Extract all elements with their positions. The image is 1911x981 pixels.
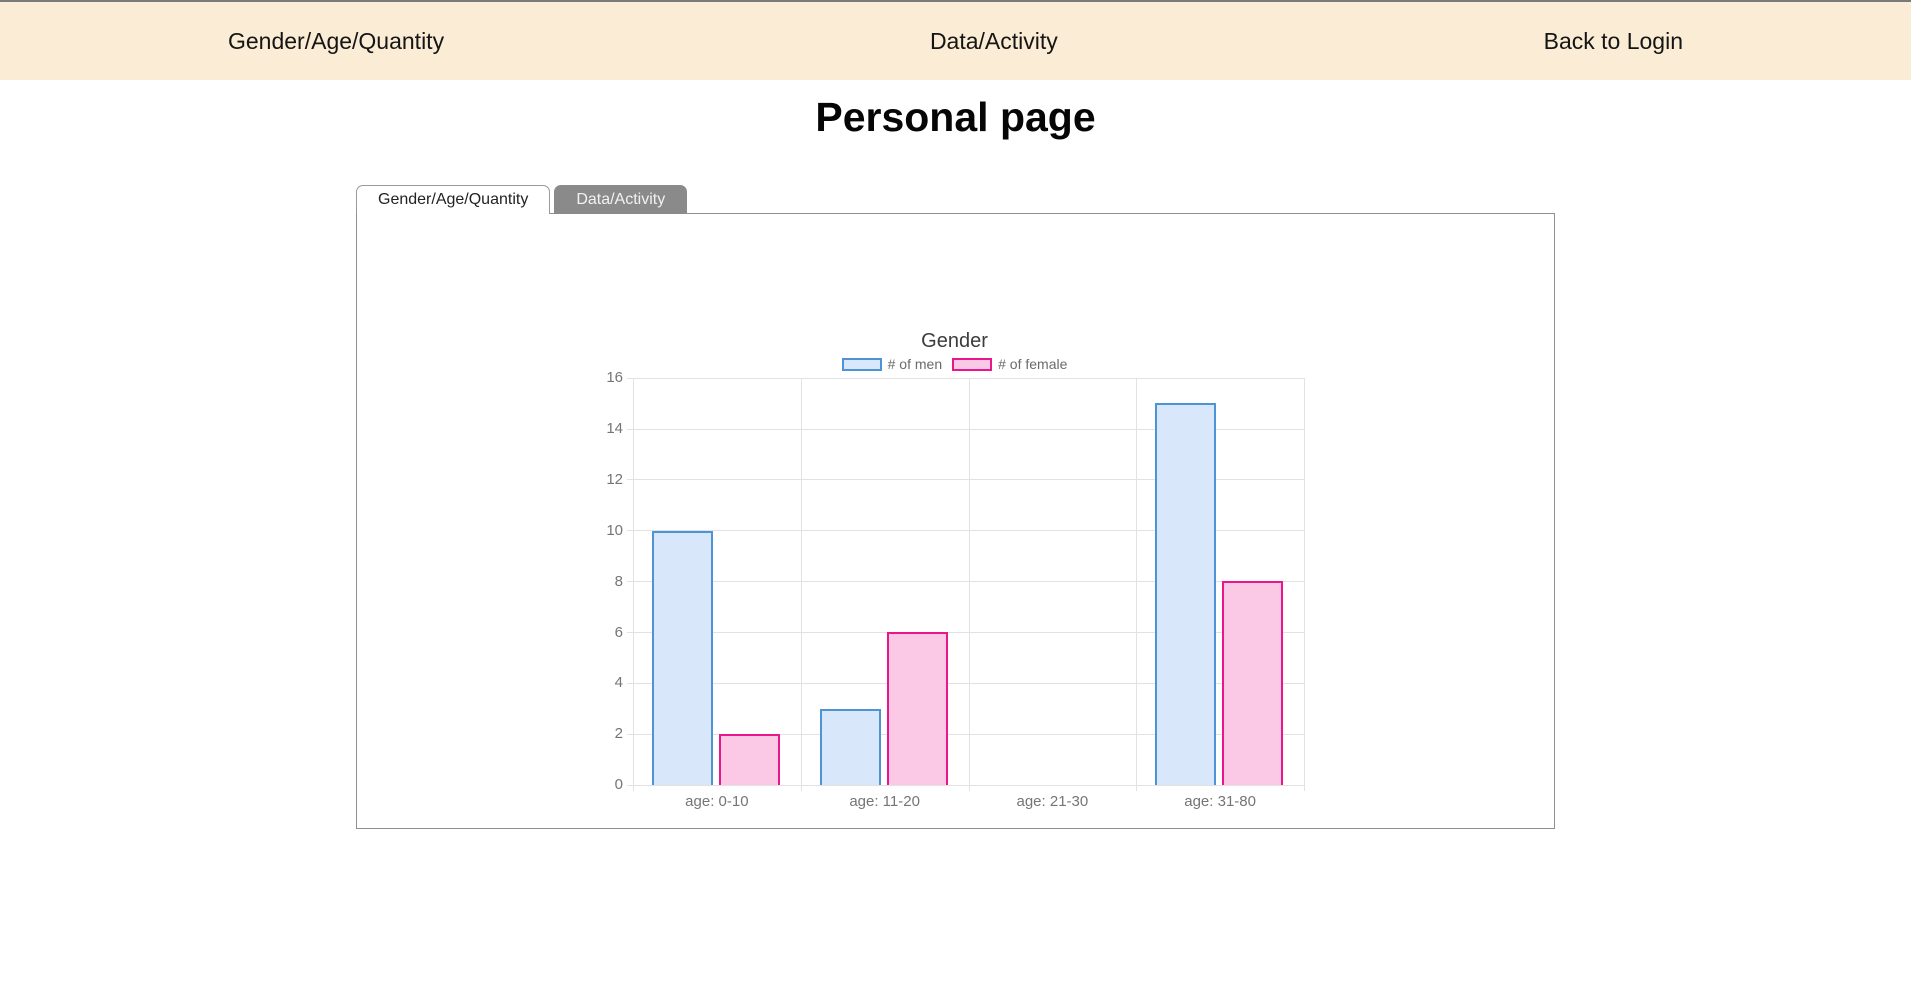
chart-panel: Gender # of men# of female 0246810121416… — [356, 213, 1555, 829]
gridline-vertical — [801, 378, 802, 791]
gridline-vertical — [969, 378, 970, 791]
bar-female-31-80 — [1222, 581, 1283, 785]
chart-title: Gender — [597, 330, 1312, 353]
bar-men-31-80 — [1155, 403, 1216, 785]
x-category-label: age: 11-20 — [801, 793, 969, 810]
legend-item-men[interactable]: # of men — [842, 356, 942, 372]
gridline-vertical — [1304, 378, 1305, 791]
gender-bar-chart: Gender # of men # of female 0246810121416… — [597, 214, 1312, 828]
tab-data-activity[interactable]: Data/Activity — [554, 185, 687, 214]
y-tick-label: 0 — [583, 776, 623, 794]
gridline-vertical — [633, 378, 634, 791]
y-tick-label: 6 — [583, 624, 623, 642]
tab-bar: Gender/Age/Quantity Data/Activity — [356, 185, 1555, 214]
y-tick-label: 8 — [583, 573, 623, 591]
bar-female-0-10 — [719, 734, 780, 785]
legend-swatch-men — [842, 358, 882, 371]
nav-link-data-activity[interactable]: Data/Activity — [930, 28, 1058, 55]
gridline-horizontal — [627, 378, 1304, 379]
tab-gender-age-quantity[interactable]: Gender/Age/Quantity — [356, 185, 550, 214]
bar-female-11-20 — [887, 632, 948, 785]
page-title: Personal page — [0, 93, 1911, 142]
bar-men-11-20 — [820, 709, 881, 785]
chart-legend: # of men # of female — [597, 356, 1312, 372]
y-tick-label: 4 — [583, 674, 623, 692]
y-tick-label: 16 — [583, 369, 623, 387]
nav-link-gender-age-quantity[interactable]: Gender/Age/Quantity — [228, 28, 444, 55]
gridline-vertical — [1136, 378, 1137, 791]
plot-area: 0246810121416age: 0-10age: 11-20age: 21-… — [633, 378, 1304, 785]
bar-men-0-10 — [652, 531, 713, 785]
x-category-label: age: 0-10 — [633, 793, 801, 810]
legend-swatch-female — [952, 358, 992, 371]
x-category-label: age: 31-80 — [1136, 793, 1304, 810]
tabbed-section: Gender/Age/Quantity Data/Activity Gender… — [356, 185, 1555, 829]
legend-label: # of female — [998, 356, 1067, 372]
x-category-label: age: 21-30 — [969, 793, 1137, 810]
nav-link-back-to-login[interactable]: Back to Login — [1544, 28, 1683, 55]
y-tick-label: 12 — [583, 471, 623, 489]
legend-item-female[interactable]: # of female — [952, 356, 1067, 372]
y-tick-label: 10 — [583, 522, 623, 540]
y-tick-label: 2 — [583, 725, 623, 743]
y-tick-label: 14 — [583, 420, 623, 438]
top-navbar: Gender/Age/Quantity Data/Activity Back t… — [0, 0, 1911, 80]
legend-label: # of men — [888, 356, 942, 372]
